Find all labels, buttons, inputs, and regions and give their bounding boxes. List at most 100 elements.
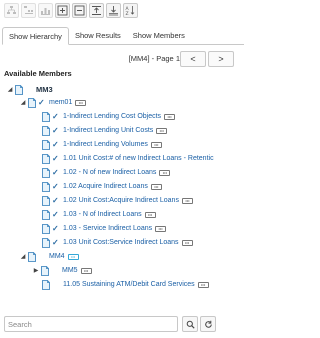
checkmark-icon[interactable]: ✓ (52, 210, 60, 219)
more-options-icon[interactable]: ••• (75, 99, 87, 106)
tree-leaf[interactable]: ✓ 1.03 - Service Indirect Loans ••• (40, 222, 167, 235)
tree-leaf[interactable]: ✓ 1.02 Unit Cost:Acquire Indirect Loans … (40, 194, 193, 207)
collapsed-caret-icon[interactable]: ▶ (33, 267, 39, 275)
checkmark-icon[interactable]: ✓ (52, 196, 60, 205)
search-input[interactable] (5, 317, 177, 331)
more-options-icon[interactable]: ••• (159, 169, 171, 176)
tab-show-results[interactable]: Show Results (69, 27, 127, 45)
tree-label-group: mem01 (49, 99, 73, 106)
expanded-caret-icon[interactable]: ◢ (7, 86, 13, 94)
more-options-icon[interactable]: ••• (67, 253, 79, 260)
search-box (4, 316, 178, 332)
search-button[interactable] (182, 316, 198, 332)
pager: [MM4] - Page 1 < > (0, 50, 246, 68)
hierarchy-tree-icon[interactable] (4, 3, 19, 18)
tree-leaf-label: 11.05 Sustaining ATM/Debit Card Services (63, 281, 195, 288)
tree-label-mm4: MM4 (49, 253, 65, 260)
tree-leaf-label: 1.03 - N of Indirect Loans (63, 211, 142, 218)
checkmark-icon[interactable]: ✓ (38, 98, 46, 107)
tree-label-mm5: MM5 (62, 267, 78, 274)
sort-az-icon[interactable]: AZ (123, 3, 138, 18)
checkmark-icon[interactable]: ✓ (52, 154, 60, 163)
reset-button[interactable] (200, 316, 216, 332)
expanded-caret-icon[interactable]: ◢ (20, 99, 26, 107)
move-down-icon[interactable] (106, 3, 121, 18)
svg-text:Z: Z (126, 11, 129, 16)
tree-label-root: MM3 (36, 85, 53, 94)
checkmark-icon[interactable]: ✓ (52, 140, 60, 149)
document-icon (28, 97, 36, 108)
tree-leaf[interactable]: ✓ 1-Indirect Lending Cost Objects ••• (40, 110, 176, 123)
tree-leaf[interactable]: ✓ 1.02 - N of new Indirect Loans ••• (40, 166, 171, 179)
checkmark-icon[interactable]: ✓ (52, 126, 60, 135)
tree-leaf-label: 1.02 - N of new Indirect Loans (63, 169, 157, 176)
member-tree: ◢ MM3 ◢ ✓ mem01 ••• ✓ 1-Indirect Lending… (0, 80, 246, 306)
hierarchy-level-icon[interactable] (38, 3, 53, 18)
tree-leaf[interactable]: ✓ 1.03 - N of Indirect Loans ••• (40, 208, 156, 221)
document-icon (41, 265, 49, 276)
document-icon (42, 279, 50, 290)
tree-leaf-label: 1-Indirect Lending Unit Costs (63, 127, 154, 134)
document-icon (42, 125, 50, 136)
collapse-all-icon[interactable] (72, 3, 87, 18)
hierarchy-children-icon[interactable] (21, 3, 36, 18)
more-options-icon[interactable]: ••• (164, 113, 176, 120)
tree-leaf[interactable]: ✓ 1-Indirect Lending Unit Costs ••• (40, 124, 168, 137)
tree-leaf-label: 1-Indirect Lending Volumes (63, 141, 148, 148)
tree-node-root[interactable]: ◢ MM3 (7, 83, 53, 96)
move-up-icon[interactable] (89, 3, 104, 18)
expanded-caret-icon[interactable]: ◢ (20, 253, 26, 261)
tab-show-members[interactable]: Show Members (127, 27, 191, 45)
previous-page-button[interactable]: < (180, 51, 206, 67)
more-options-icon[interactable]: ••• (144, 211, 156, 218)
more-options-icon[interactable]: ••• (181, 239, 193, 246)
tree-node-mm5[interactable]: ▶ MM5 ••• (33, 264, 92, 277)
tab-show-hierarchy[interactable]: Show Hierarchy (2, 27, 69, 45)
more-options-icon[interactable]: ••• (197, 281, 209, 288)
available-members-heading: Available Members (4, 69, 72, 78)
more-options-icon[interactable]: ••• (150, 141, 162, 148)
document-icon (42, 223, 50, 234)
more-options-icon[interactable]: ••• (181, 197, 193, 204)
document-icon (42, 181, 50, 192)
tree-leaf-label: 1.02 Acquire Indirect Loans (63, 183, 148, 190)
checkbox-empty[interactable] (51, 267, 59, 275)
tree-leaf-label: 1.03 Unit Cost:Service Indirect Loans (63, 239, 179, 246)
expand-all-icon[interactable] (55, 3, 70, 18)
tree-leaf[interactable]: ✓ 1.01 Unit Cost:# of new Indirect Loans… (40, 152, 214, 165)
more-options-icon[interactable]: ••• (150, 183, 162, 190)
checkmark-icon[interactable]: ✓ (52, 224, 60, 233)
document-icon (42, 111, 50, 122)
document-icon (28, 251, 36, 262)
checkmark-icon[interactable]: ✓ (52, 112, 60, 121)
tree-node-mm4[interactable]: ◢ MM4 ••• (20, 250, 79, 263)
tree-leaf[interactable]: ✓ 1-Indirect Lending Volumes ••• (40, 138, 162, 151)
checkmark-icon[interactable]: ✓ (52, 238, 60, 247)
tree-leaf-label: 1.01 Unit Cost:# of new Indirect Loans -… (63, 155, 214, 162)
document-icon (15, 84, 23, 95)
more-options-icon[interactable]: ••• (80, 267, 92, 274)
tree-leaf-label: 1.02 Unit Cost:Acquire Indirect Loans (63, 197, 179, 204)
next-page-button[interactable]: > (208, 51, 234, 67)
tree-leaf[interactable]: ✓ 1.02 Acquire Indirect Loans ••• (40, 180, 162, 193)
checkmark-icon[interactable]: ✓ (52, 168, 60, 177)
tree-leaf[interactable]: 11.05 Sustaining ATM/Debit Card Services… (40, 278, 209, 291)
checkmark-icon[interactable]: ✓ (52, 182, 60, 191)
tree-node-group[interactable]: ◢ ✓ mem01 ••• (20, 96, 87, 109)
document-icon (42, 209, 50, 220)
more-options-icon[interactable]: ••• (156, 127, 168, 134)
document-icon (42, 195, 50, 206)
checkbox-empty[interactable] (25, 86, 33, 94)
toolbar: AZ (4, 3, 138, 19)
document-icon (42, 237, 50, 248)
tree-leaf-label: 1-Indirect Lending Cost Objects (63, 113, 162, 120)
document-icon (42, 139, 50, 150)
checkbox-empty[interactable] (52, 281, 60, 289)
tree-leaf-label: 1.03 - Service Indirect Loans (63, 225, 153, 232)
tree-leaf[interactable]: ✓ 1.03 Unit Cost:Service Indirect Loans … (40, 236, 193, 249)
document-icon (42, 167, 50, 178)
view-tabs: Show Hierarchy Show Results Show Members (2, 27, 244, 45)
document-icon (42, 153, 50, 164)
checkbox-empty[interactable] (38, 253, 46, 261)
more-options-icon[interactable]: ••• (155, 225, 167, 232)
